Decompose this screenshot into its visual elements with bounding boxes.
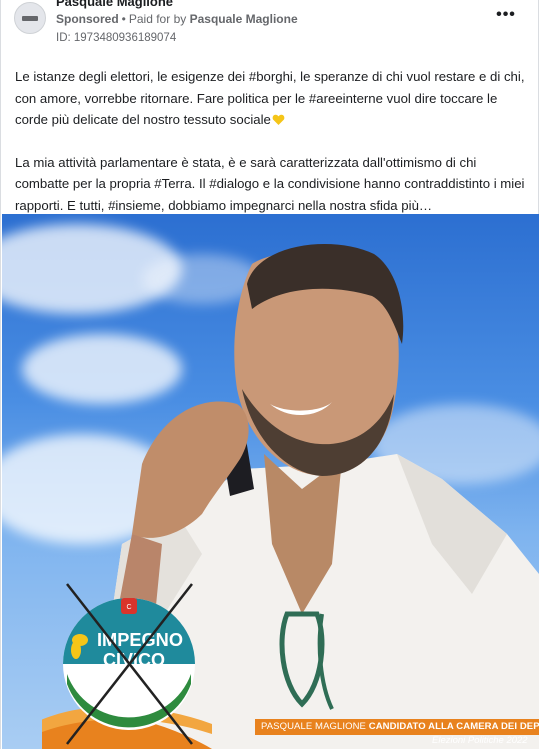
logo-line-3: DI MAIO bbox=[88, 684, 170, 707]
sponsored-label: Sponsored bbox=[56, 12, 119, 26]
more-options-button[interactable]: ••• bbox=[494, 5, 518, 25]
candidate-role: CANDIDATO ALLA CAMERA DEI DEPUTATI bbox=[368, 721, 539, 732]
post-paragraph: La mia attività parlamentare è stata, è … bbox=[15, 154, 525, 213]
sponsored-meta: Sponsored • Paid for by Pasquale Maglione bbox=[56, 12, 298, 26]
no-entry-icon bbox=[22, 15, 38, 21]
paid-for-name[interactable]: Pasquale Maglione bbox=[190, 12, 298, 26]
page-name-link[interactable]: Pasquale Maglione bbox=[56, 0, 173, 9]
paid-for-prefix: Paid for by bbox=[128, 12, 187, 26]
candidate-banner: PASQUALE MAGLIONE CANDIDATO ALLA CAMERA … bbox=[255, 719, 539, 735]
sponsored-post-card: Pasquale Maglione Sponsored • Paid for by … bbox=[0, 0, 539, 749]
ad-image[interactable]: C IMPEGNO CIVICO DI MAIO PASQUALE MAGLIO… bbox=[2, 214, 539, 749]
svg-text:C: C bbox=[126, 604, 131, 611]
page-avatar[interactable] bbox=[14, 2, 46, 34]
yellow-heart-icon bbox=[272, 114, 285, 125]
candidate-name: PASQUALE MAGLIONE bbox=[261, 721, 366, 732]
post-text: Le istanze degli elettori, le esigenze d… bbox=[15, 66, 527, 216]
post-paragraph: Le istanze degli elettori, le esigenze d… bbox=[15, 66, 527, 131]
paragraph-text: Le istanze degli elettori, le esigenze d… bbox=[15, 69, 525, 127]
ad-id: ID: 1973480936189074 bbox=[56, 32, 177, 44]
post-header: Pasquale Maglione Sponsored • Paid for by … bbox=[1, 0, 538, 56]
impegno-civico-logo: C IMPEGNO CIVICO DI MAIO bbox=[42, 583, 212, 749]
election-label: Elezioni Politiche 2022 bbox=[432, 735, 528, 746]
meta-separator: • bbox=[121, 12, 126, 26]
